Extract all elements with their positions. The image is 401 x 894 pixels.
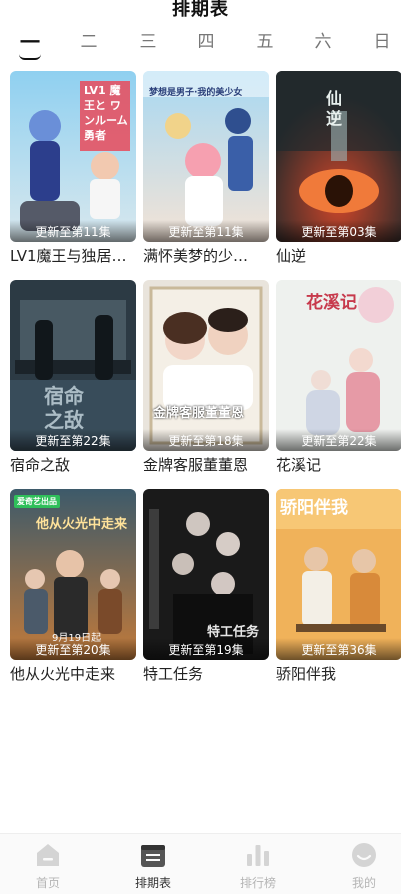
show-title: LV1魔王与独居…: [10, 247, 127, 265]
day-tabs: 一 二 三 四 五 六 日: [0, 28, 401, 62]
nav-home[interactable]: 首页: [8, 842, 88, 891]
tab-thursday[interactable]: 四: [191, 28, 221, 58]
show-poster[interactable]: 特工任务 更新至第19集: [143, 489, 269, 660]
episode-badge: 更新至第03集: [276, 220, 401, 242]
show-card[interactable]: 花溪记 更新至第22集 花溪记: [276, 280, 401, 475]
show-poster[interactable]: 爱奇艺出品 他从火光中走来 9月19日起 更新至第20集: [10, 489, 136, 660]
poster-studio-badge: 爱奇艺出品: [14, 495, 60, 508]
nav-label: 我的: [351, 876, 376, 890]
show-title: 宿命之敌: [10, 456, 71, 474]
show-card[interactable]: 骄阳伴我 更新至第36集 骄阳伴我: [276, 489, 401, 684]
tab-friday[interactable]: 五: [250, 28, 280, 58]
calendar-icon: [141, 845, 165, 867]
poster-title-art: 骄阳伴我: [280, 498, 348, 518]
episode-badge: 更新至第11集: [143, 220, 269, 242]
show-card[interactable]: 特工任务 更新至第19集 特工任务: [143, 489, 269, 684]
show-poster[interactable]: 骄阳伴我 更新至第36集: [276, 489, 401, 660]
bar-chart-icon: [247, 845, 269, 866]
show-title: 特工任务: [143, 665, 204, 683]
episode-badge: 更新至第20集: [10, 638, 136, 660]
nav-label: 排期表: [134, 876, 171, 890]
show-card[interactable]: LV1 魔王と ワンルーム勇者 更新至第11集 LV1魔王与独居…: [10, 71, 136, 266]
bottom-nav: 首页 排期表 排行榜 我的: [0, 833, 401, 894]
show-title: 骄阳伴我: [276, 665, 337, 683]
poster-title-art: 仙逆: [326, 89, 343, 128]
show-poster[interactable]: 仙逆 更新至第03集: [276, 71, 401, 242]
show-title: 满怀美梦的少…: [143, 247, 249, 265]
header: 排期表: [0, 0, 401, 24]
home-icon: [37, 844, 59, 866]
poster-title-art: 金牌客服董董恩: [153, 406, 245, 421]
poster-title-art: 宿命之敌: [44, 384, 84, 432]
nav-schedule[interactable]: 排期表: [113, 842, 193, 891]
episode-badge: 更新至第36集: [276, 638, 401, 660]
show-card[interactable]: 爱奇艺出品 他从火光中走来 9月19日起 更新至第20集 他从火光中走来: [10, 489, 136, 684]
show-title: 他从火光中走来: [10, 665, 116, 683]
show-poster[interactable]: LV1 魔王と ワンルーム勇者 更新至第11集: [10, 71, 136, 242]
tab-monday[interactable]: 一: [15, 28, 45, 60]
show-title: 花溪记: [276, 456, 322, 474]
tab-tuesday[interactable]: 二: [74, 28, 104, 58]
show-title: 金牌客服董董恩: [143, 456, 249, 474]
show-card[interactable]: 梦想是男子·我的美少女 更新至第11集 满怀美梦的少…: [143, 71, 269, 266]
tab-saturday[interactable]: 六: [308, 28, 338, 58]
active-tab-indicator: [19, 54, 41, 60]
show-poster[interactable]: 梦想是男子·我的美少女 更新至第11集: [143, 71, 269, 242]
tab-sunday[interactable]: 日: [367, 28, 397, 58]
show-poster[interactable]: 宿命之敌 更新至第22集: [10, 280, 136, 451]
episode-badge: 更新至第18集: [143, 429, 269, 451]
show-poster[interactable]: 花溪记 更新至第22集: [276, 280, 401, 451]
show-card[interactable]: 宿命之敌 更新至第22集 宿命之敌: [10, 280, 136, 475]
episode-badge: 更新至第22集: [10, 429, 136, 451]
poster-title-art: 花溪记: [306, 293, 357, 313]
nav-label: 首页: [35, 876, 60, 890]
show-card[interactable]: 仙逆 更新至第03集 仙逆: [276, 71, 401, 266]
nav-profile[interactable]: 我的: [324, 842, 401, 891]
nav-ranking[interactable]: 排行榜: [218, 842, 298, 891]
show-title: 仙逆: [276, 247, 307, 265]
nav-label: 排行榜: [239, 876, 276, 890]
tab-wednesday[interactable]: 三: [133, 28, 163, 58]
poster-title-art: LV1 魔王と ワンルーム勇者: [84, 84, 128, 142]
episode-badge: 更新至第19集: [143, 638, 269, 660]
tab-label: 一: [20, 30, 40, 54]
poster-title-art: 梦想是男子·我的美少女: [149, 88, 243, 98]
poster-title-art: 他从火光中走来: [36, 517, 128, 532]
episode-badge: 更新至第22集: [276, 429, 401, 451]
show-poster[interactable]: 金牌客服董董恩 更新至第18集: [143, 280, 269, 451]
smile-face-icon: [352, 843, 376, 867]
episode-badge: 更新至第11集: [10, 220, 136, 242]
page-title: 排期表: [172, 0, 229, 20]
show-card[interactable]: 金牌客服董董恩 更新至第18集 金牌客服董董恩: [143, 280, 269, 475]
